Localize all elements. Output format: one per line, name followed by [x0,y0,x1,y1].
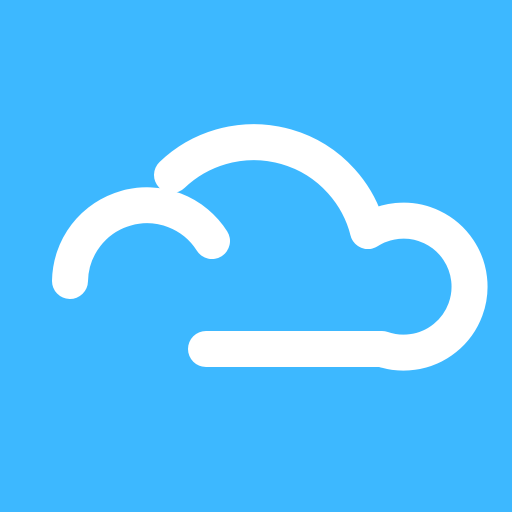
app-icon-canvas [0,0,512,512]
app-icon[interactable] [0,0,512,512]
